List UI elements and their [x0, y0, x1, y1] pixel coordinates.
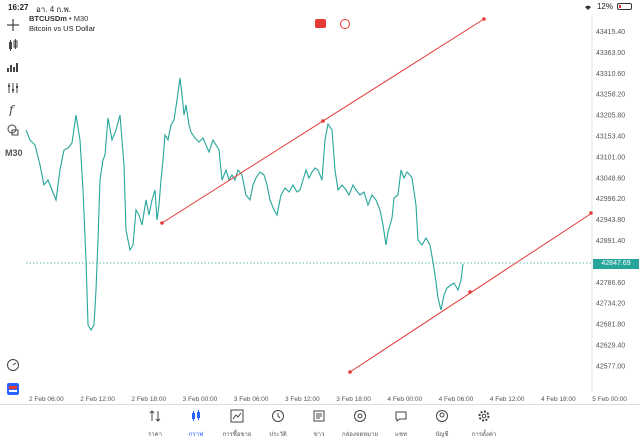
crosshair-icon[interactable] — [6, 18, 20, 32]
price-axis-label: 43258.20 — [596, 92, 625, 99]
price-axis: 43415.40 43363.00 43310.60 43258.20 43205.80… — [596, 29, 625, 370]
nav-item-chart[interactable]: กราฟ — [176, 409, 216, 443]
time-axis-label: 3 Feb 18:00 — [336, 396, 371, 403]
chat-icon — [395, 411, 407, 422]
price-axis-label: 42734.20 — [596, 301, 625, 308]
trendline-lower-anchor[interactable] — [589, 211, 593, 215]
history-icon — [272, 410, 284, 422]
price-axis-label: 42786.60 — [596, 280, 625, 287]
current-price-tag: 42847.69 — [593, 259, 639, 269]
nav-label: ข่าว — [313, 432, 325, 438]
svg-text:f: f — [8, 103, 16, 116]
left-toolbar: f M30 — [0, 0, 26, 400]
time-axis-label: 2 Feb 06:00 — [29, 396, 64, 403]
nav-item-quotes[interactable]: ราคา — [135, 409, 175, 443]
nav-label: กราฟ — [188, 432, 204, 438]
time-axis: 2 Feb 06:00 2 Feb 12:00 2 Feb 18:00 3 Feb 0… — [29, 396, 627, 403]
price-axis-label: 43153.40 — [596, 134, 625, 141]
news-icon — [313, 410, 325, 422]
price-axis-label: 43363.00 — [596, 50, 625, 57]
price-axis-label: 43101.00 — [596, 154, 625, 161]
nav-item-account[interactable]: บัญชี — [422, 409, 462, 443]
bottom-nav: ราคา กราฟ การซื้อขาย ประวัติ ข่าว กล่องจ… — [0, 404, 640, 447]
price-axis-label: 42891.40 — [596, 238, 625, 245]
price-axis-label: 43415.40 — [596, 29, 625, 36]
nav-label: ราคา — [148, 432, 162, 438]
price-axis-label: 42996.20 — [596, 196, 625, 203]
timeframe-button[interactable]: M30 — [5, 148, 23, 158]
price-axis-label: 42681.80 — [596, 322, 625, 329]
time-axis-label: 3 Feb 06:00 — [234, 396, 269, 403]
nav-item-chat[interactable]: แชท — [381, 409, 421, 443]
nav-label: ประวัติ — [269, 432, 287, 438]
trendline-upper-anchor[interactable] — [321, 119, 325, 123]
time-axis-label: 2 Feb 18:00 — [131, 396, 166, 403]
trendline-lower-anchor[interactable] — [468, 290, 472, 294]
mailbox-icon — [354, 410, 366, 422]
time-axis-label: 2 Feb 12:00 — [80, 396, 115, 403]
indicators-icon[interactable] — [6, 81, 20, 95]
nav-label: การซื้อขาย — [222, 432, 252, 438]
price-line — [25, 77, 464, 332]
nav-item-mailbox[interactable]: กล่องจดหมาย — [340, 409, 380, 443]
price-axis-label: 43205.80 — [596, 113, 625, 120]
time-axis-label: 4 Feb 18:00 — [541, 396, 576, 403]
function-icon[interactable]: f — [6, 102, 20, 116]
chart-candles-icon — [192, 410, 200, 421]
nav-label: แชท — [395, 432, 407, 438]
price-axis-label: 42577.00 — [596, 363, 625, 370]
price-chart[interactable]: 43415.40 43363.00 43310.60 43258.20 43205.80… — [0, 0, 640, 404]
time-axis-label: 3 Feb 00:00 — [183, 396, 218, 403]
trendline-upper-anchor[interactable] — [160, 221, 164, 225]
price-axis-label: 43310.60 — [596, 71, 625, 78]
time-axis-label: 4 Feb 06:00 — [439, 396, 474, 403]
nav-item-news[interactable]: ข่าว — [299, 409, 339, 443]
quotes-icon — [149, 410, 161, 422]
time-axis-label: 3 Feb 12:00 — [285, 396, 320, 403]
nav-item-history[interactable]: ประวัติ — [258, 409, 298, 443]
speedometer-icon[interactable] — [6, 358, 20, 372]
price-axis-label: 42943.80 — [596, 217, 625, 224]
time-axis-label: 5 Feb 00:00 — [592, 396, 627, 403]
nav-item-settings[interactable]: การตั้งค่า — [464, 409, 504, 443]
settings-icon — [478, 410, 490, 422]
account-icon — [436, 410, 448, 422]
nav-label: กล่องจดหมาย — [341, 432, 379, 438]
nav-label: บัญชี — [435, 432, 449, 438]
trendline-upper-anchor[interactable] — [482, 17, 486, 21]
one-click-trading-icon[interactable] — [6, 382, 20, 396]
price-axis-label: 43048.60 — [596, 175, 625, 182]
trendline-lower-anchor[interactable] — [348, 370, 352, 374]
bar-chart-icon[interactable] — [6, 60, 20, 74]
price-axis-label: 42629.40 — [596, 343, 625, 350]
objects-icon[interactable] — [6, 123, 20, 137]
nav-label: การตั้งค่า — [471, 432, 497, 438]
trade-icon — [230, 409, 244, 423]
nav-item-trade[interactable]: การซื้อขาย — [217, 409, 257, 443]
time-axis-label: 4 Feb 00:00 — [387, 396, 422, 403]
candlestick-icon[interactable] — [6, 38, 20, 52]
time-axis-label: 4 Feb 12:00 — [490, 396, 525, 403]
